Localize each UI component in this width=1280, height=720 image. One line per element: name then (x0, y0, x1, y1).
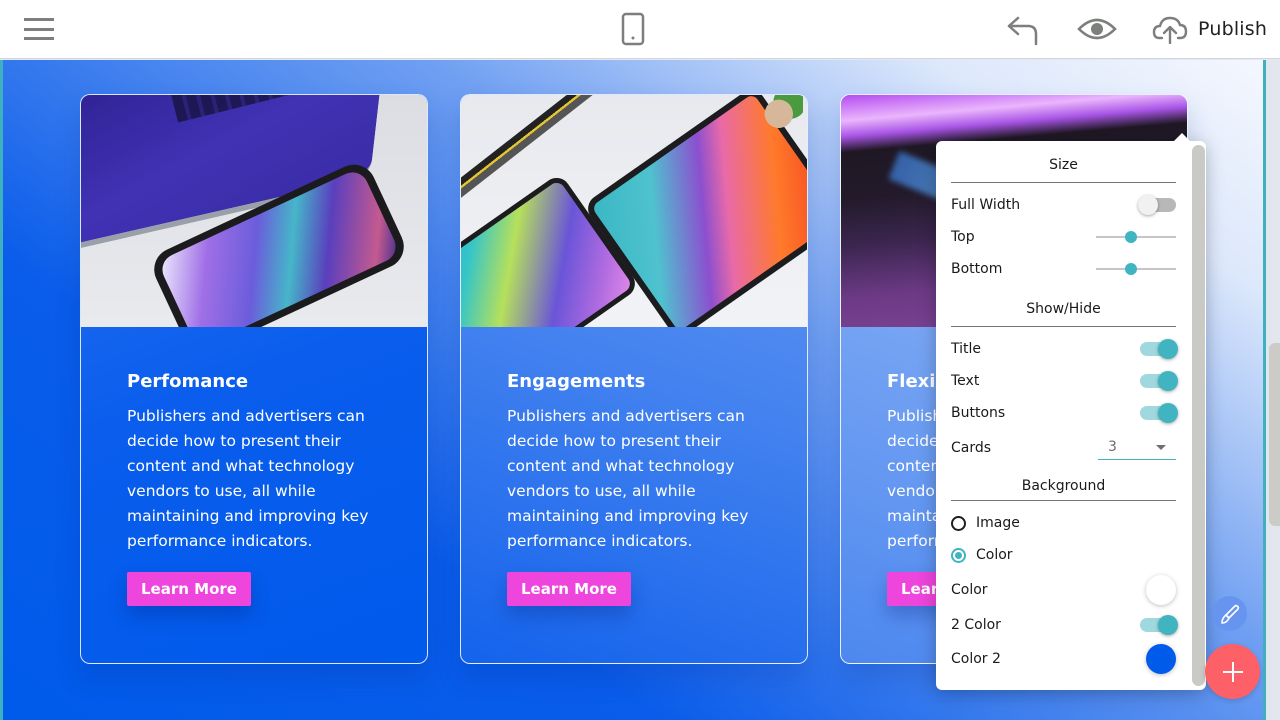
color-2-row: Color 2 (951, 641, 1176, 677)
buttons-toggle[interactable] (1140, 403, 1178, 423)
eye-icon[interactable] (1076, 12, 1118, 46)
cards-count-row: Cards 3 (951, 429, 1176, 467)
top-padding-row: Top (951, 221, 1176, 253)
bg-image-option[interactable]: Image (951, 507, 1176, 539)
top-label: Top (951, 229, 975, 245)
two-color-toggle[interactable] (1140, 615, 1178, 635)
bottom-padding-row: Bottom (951, 253, 1176, 285)
hamburger-menu-icon[interactable] (22, 14, 56, 44)
text-label: Text (951, 373, 980, 389)
bg-color-option[interactable]: Color (951, 539, 1176, 571)
paintbrush-icon (1220, 604, 1239, 624)
top-toolbar: Publish (0, 0, 1280, 59)
section-title-size: Size (951, 141, 1176, 183)
publish-label: Publish (1198, 18, 1268, 40)
cards-count-value: 3 (1108, 439, 1117, 455)
edit-block-button[interactable] (1212, 596, 1247, 631)
chevron-down-icon (1156, 445, 1166, 450)
undo-arrow-icon[interactable] (1004, 12, 1042, 46)
page-scrollbar[interactable] (1266, 60, 1280, 720)
text-toggle-row: Text (951, 365, 1178, 397)
color-2-label: Color 2 (951, 651, 1001, 667)
cards-label: Cards (951, 440, 992, 456)
card-text: Publishers and advertisers can decide ho… (127, 407, 369, 550)
two-tablets-photo (461, 95, 807, 327)
full-width-toggle[interactable] (1138, 195, 1176, 215)
color-2-swatch[interactable] (1146, 644, 1176, 674)
two-color-label: 2 Color (951, 617, 1001, 633)
page-scrollbar-thumb[interactable] (1269, 343, 1280, 526)
feature-card: Perfomance Publishers and advertisers ca… (80, 94, 428, 664)
add-block-button[interactable] (1205, 644, 1260, 699)
bottom-label: Bottom (951, 261, 1003, 277)
color-swatch[interactable] (1146, 575, 1176, 605)
laptop-and-smartphone-photo (81, 95, 427, 327)
cards-count-select[interactable]: 3 (1098, 436, 1176, 460)
two-color-row: 2 Color (951, 609, 1178, 641)
bg-image-radio[interactable] (951, 515, 966, 531)
buttons-label: Buttons (951, 405, 1006, 421)
learn-more-button[interactable]: Learn More (127, 572, 251, 606)
panel-scrollbar[interactable] (1192, 145, 1205, 686)
full-width-label: Full Width (951, 197, 1021, 213)
bg-color-radio[interactable] (951, 547, 966, 563)
title-label: Title (951, 341, 982, 357)
publish-button[interactable]: Publish (1152, 10, 1272, 48)
slider-thumb[interactable] (1125, 263, 1138, 275)
slider-thumb[interactable] (1125, 231, 1138, 243)
plus-icon (1222, 661, 1243, 682)
title-toggle-row: Title (951, 333, 1178, 365)
buttons-toggle-row: Buttons (951, 397, 1178, 429)
bg-image-label: Image (976, 515, 1020, 531)
title-toggle[interactable] (1140, 339, 1178, 359)
card-title: Perfomance (127, 371, 249, 392)
bottom-padding-slider[interactable] (1096, 259, 1176, 279)
top-padding-slider[interactable] (1096, 227, 1176, 247)
bg-color-label: Color (976, 547, 1013, 563)
feature-card: Engagements Publishers and advertisers c… (460, 94, 808, 664)
learn-more-button[interactable]: Learn More (507, 572, 631, 606)
card-text: Publishers and advertisers can decide ho… (507, 407, 749, 550)
card-title: Engagements (507, 371, 646, 392)
color-row: Color (951, 571, 1176, 609)
color-label: Color (951, 582, 988, 598)
cloud-upload-icon (1152, 16, 1188, 44)
mobile-device-icon[interactable] (620, 12, 646, 46)
text-toggle[interactable] (1140, 371, 1178, 391)
panel-pointer (1174, 133, 1190, 141)
section-title-show-hide: Show/Hide (951, 285, 1176, 327)
section-title-background: Background (951, 467, 1176, 501)
full-width-row: Full Width (951, 189, 1176, 221)
block-settings-panel: Size Full Width Top Bottom Show/Hide Tit… (936, 133, 1206, 690)
